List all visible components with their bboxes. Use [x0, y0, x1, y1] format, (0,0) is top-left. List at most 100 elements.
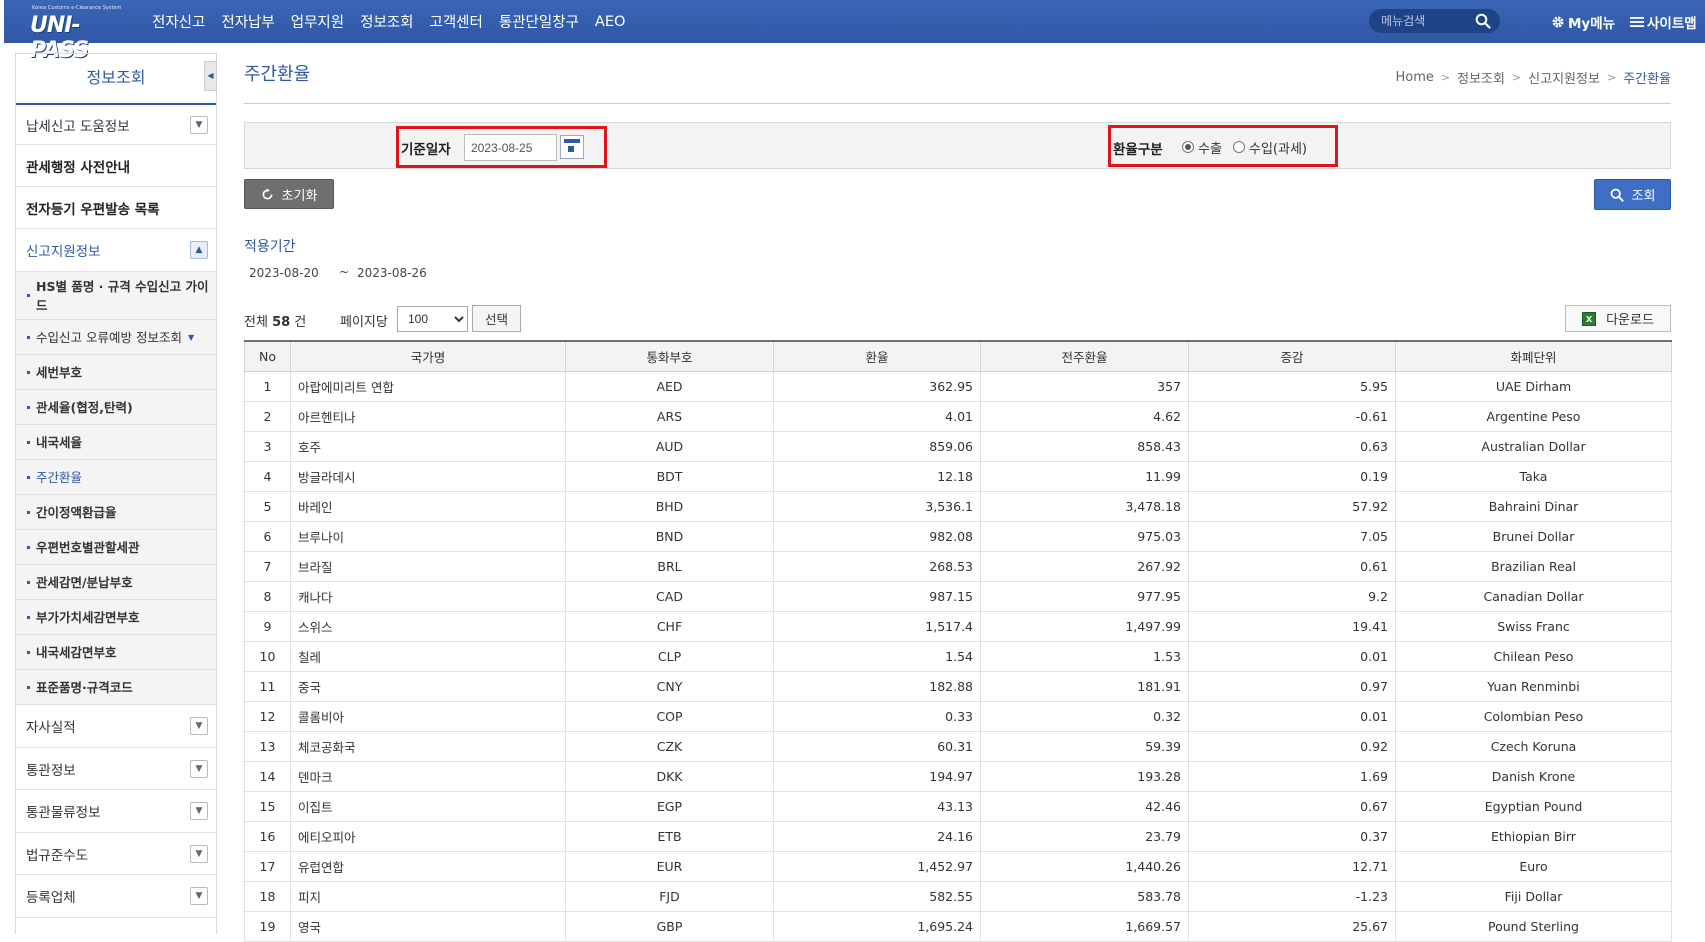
nav-item-customer-center[interactable]: 고객센터 — [430, 11, 483, 32]
nav-item-info-inquiry[interactable]: 정보조회 — [360, 11, 413, 32]
cell-currency-code: CZK — [565, 730, 774, 762]
sidebar-subitem-refund-rate[interactable]: 간이정액환급율 — [16, 495, 216, 530]
total-number: 58 — [272, 315, 291, 330]
cell-prev-rate: 858.43 — [980, 430, 1189, 462]
total-suffix: 건 — [294, 315, 307, 330]
breadcrumb-info-inquiry[interactable]: 정보조회 — [1457, 68, 1505, 87]
cell-prev-rate: 1,440.26 — [980, 850, 1189, 882]
sidebar-subitem-weekly-exchange-rate[interactable]: 주간환율 — [16, 460, 216, 495]
sidebar-item-clearance-info[interactable]: 통관정보 ▼ — [16, 748, 216, 790]
radio-export-label[interactable]: 수출 — [1198, 138, 1222, 157]
chevron-right-icon: > — [1440, 71, 1451, 84]
sidebar-subitem-reduction-code[interactable]: 관세감면/분납부호 — [16, 565, 216, 600]
sidebar-title: 정보조회 ◀ — [16, 54, 217, 105]
sidebar-subitem-tariff-code[interactable]: 세번부호 — [16, 355, 216, 390]
cell-country: 영국 — [290, 910, 566, 942]
sidebar-item-label: 통관물류정보 — [26, 805, 101, 821]
cell-rate: 1,517.4 — [773, 610, 981, 642]
cell-currency-code: BND — [565, 520, 774, 552]
chevron-down-icon[interactable]: ▼ — [190, 887, 208, 905]
nav-item-electronic-payment[interactable]: 전자납부 — [221, 11, 274, 32]
sidebar-item-declaration-support[interactable]: 신고지원정보 ▲ — [16, 229, 216, 272]
select-button[interactable]: 선택 — [472, 305, 521, 332]
sidebar-subitem-zipcode-customs[interactable]: 우편번호별관할세관 — [16, 530, 216, 565]
cell-no: 18 — [244, 880, 291, 912]
reset-button[interactable]: 초기화 — [244, 179, 334, 209]
search-button[interactable]: 조회 — [1594, 179, 1671, 210]
nav-item-work-support[interactable]: 업무지원 — [291, 11, 344, 32]
sidebar-collapse-button[interactable]: ◀ — [204, 61, 217, 91]
sidebar-item-customs-notice[interactable]: 관세행정 사전안내 — [16, 145, 216, 187]
table-row: 18 피지 FJD 582.55 583.78 -1.23 Fiji Dollar — [244, 880, 1672, 912]
radio-import[interactable] — [1233, 141, 1245, 153]
unipass-logo[interactable]: Korea Customs e-Clearance System UNI-PAS… — [20, 4, 128, 63]
chevron-down-icon[interactable]: ▼ — [190, 844, 208, 863]
download-button[interactable]: X 다운로드 — [1565, 305, 1671, 332]
bullet-icon — [27, 440, 30, 444]
chevron-up-icon[interactable]: ▲ — [190, 241, 208, 259]
breadcrumb-home[interactable]: Home — [1396, 70, 1434, 85]
sidebar-subitem-domestic-reduction[interactable]: 내국세감면부호 — [16, 635, 216, 670]
table-row: 14 덴마크 DKK 194.97 193.28 1.69 Danish Krone — [244, 760, 1672, 792]
sidebar-subitem-error-prevention[interactable]: 수입신고 오류예방 정보조회 ▼ — [16, 320, 216, 355]
gear-icon — [1552, 16, 1564, 28]
cell-country: 체코공화국 — [290, 730, 566, 762]
chevron-down-icon[interactable]: ▼ — [190, 115, 208, 134]
cell-currency-code: ARS — [565, 400, 774, 432]
breadcrumb-current: 주간환율 — [1623, 72, 1671, 87]
calendar-icon[interactable] — [560, 135, 584, 159]
sidebar-subitem-label: 부가가치세감면부호 — [36, 609, 140, 625]
nav-item-single-window[interactable]: 통관단일창구 — [499, 11, 579, 32]
radio-export[interactable] — [1182, 141, 1194, 153]
sidebar-subitem-domestic-tax[interactable]: 내국세율 — [16, 425, 216, 460]
search-icon[interactable] — [1475, 13, 1491, 29]
cell-currency-code: GBP — [565, 910, 774, 942]
base-date-input[interactable] — [464, 134, 557, 161]
sidebar-item-registered-company[interactable]: 등록업체 ▼ — [16, 875, 216, 918]
my-menu-button[interactable]: My메뉴 — [1551, 12, 1615, 32]
radio-import-label[interactable]: 수입(과세) — [1249, 138, 1307, 157]
nav-item-electronic-declaration[interactable]: 전자신고 — [152, 11, 205, 32]
table-row: 6 브루나이 BND 982.08 975.03 7.05 Brunei Dollar — [244, 520, 1672, 552]
chevron-down-icon[interactable]: ▼ — [190, 717, 208, 735]
sidebar-subitem-vat-reduction[interactable]: 부가가치세감면부호 — [16, 600, 216, 635]
nav-item-aeo[interactable]: AEO — [595, 14, 626, 30]
menu-search-input[interactable] — [1381, 12, 1471, 30]
cell-change: 0.01 — [1188, 640, 1396, 672]
per-page-select[interactable]: 100 — [397, 306, 468, 332]
breadcrumb-declaration-support[interactable]: 신고지원정보 — [1528, 68, 1600, 87]
sidebar-subitem-label: 관세율(협정,탄력) — [36, 399, 133, 415]
period-from: 2023-08-20 — [249, 266, 319, 280]
chevron-down-icon[interactable]: ▼ — [190, 759, 208, 778]
sidebar-item-logistics-info[interactable]: 통관물류정보 ▼ — [16, 790, 216, 833]
cell-country: 중국 — [290, 670, 566, 702]
sidebar-item-label: 법규준수도 — [26, 847, 89, 864]
table-row: 13 체코공화국 CZK 60.31 59.39 0.92 Czech Koruna — [244, 730, 1672, 762]
cell-currency-unit: Taka — [1395, 460, 1672, 492]
cell-currency-unit: Australian Dollar — [1395, 430, 1672, 462]
cell-prev-rate: 1,669.57 — [980, 910, 1189, 942]
sidebar-item-compliance[interactable]: 법규준수도 ▼ — [16, 833, 216, 875]
cell-no: 7 — [244, 550, 291, 582]
table-row: 10 칠레 CLP 1.54 1.53 0.01 Chilean Peso — [244, 640, 1672, 672]
sitemap-button[interactable]: 사이트맵 — [1630, 12, 1697, 32]
cell-rate: 182.88 — [773, 670, 981, 702]
sidebar-subitem-tariff-rate[interactable]: 관세율(협정,탄력) — [16, 390, 216, 425]
cell-rate: 12.18 — [773, 460, 981, 492]
cell-prev-rate: 3,478.18 — [980, 490, 1189, 522]
rate-type-label: 환율구분 — [1113, 142, 1163, 158]
sidebar-subitem-hs-guide[interactable]: HS별 품명 · 규격 수입신고 가이드 — [16, 272, 216, 320]
cell-change: 0.37 — [1188, 820, 1396, 852]
cell-rate: 194.97 — [773, 760, 981, 792]
sidebar-item-tax-help[interactable]: 납세신고 도움정보 ▼ — [16, 105, 216, 145]
sidebar-subitem-standard-name[interactable]: 표준품명·규격코드 — [16, 670, 216, 705]
cell-change: 19.41 — [1188, 610, 1396, 642]
sidebar-item-company-performance[interactable]: 자사실적 ▼ — [16, 705, 216, 748]
menu-search-box — [1369, 9, 1500, 33]
chevron-down-icon[interactable]: ▼ — [190, 802, 208, 820]
cell-rate: 24.16 — [773, 820, 981, 852]
col-header-country: 국가명 — [290, 340, 566, 372]
sidebar-item-registered-mail[interactable]: 전자등기 우편발송 목록 — [16, 187, 216, 229]
period-to: 2023-08-26 — [357, 266, 427, 280]
cell-currency-unit: Brazilian Real — [1395, 550, 1672, 582]
